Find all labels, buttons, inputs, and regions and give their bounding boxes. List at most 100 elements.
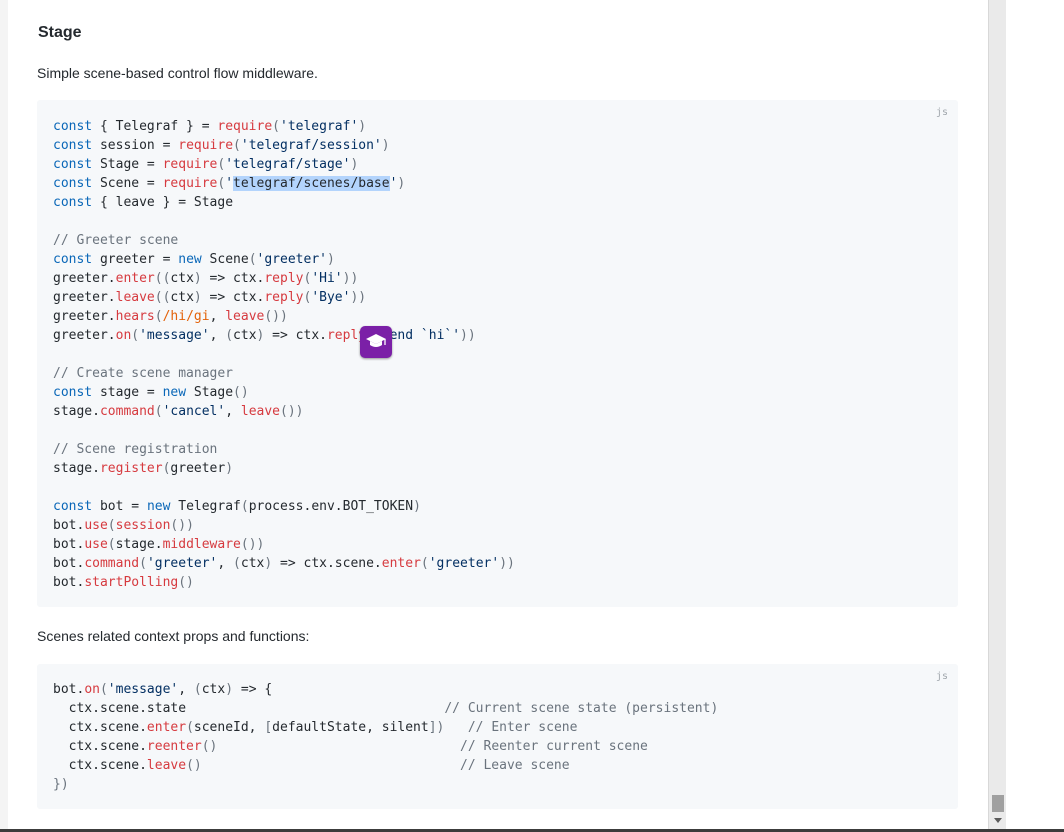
code-token: 'Hi'	[311, 271, 343, 286]
code-line: stage.command('cancel', leave())	[53, 402, 515, 421]
code-token: // Reenter current scene	[460, 739, 648, 754]
code-token: // Scene registration	[53, 442, 218, 457]
code-token: (	[420, 556, 429, 571]
code-token: (	[193, 682, 202, 697]
code-line: const bot = new Telegraf(process.env.BOT…	[53, 497, 515, 516]
code-token: 'telegraf/session'	[240, 138, 382, 153]
code-token: on	[115, 328, 132, 343]
code-token: 'cancel'	[162, 404, 226, 419]
code-token: 'message'	[139, 328, 210, 343]
code-token: (	[233, 556, 241, 571]
code-token: 'Bye'	[311, 290, 351, 305]
code-language-label: js	[935, 671, 948, 682]
code-token: => ctx.	[264, 328, 327, 343]
graduation-cap-icon[interactable]	[360, 326, 392, 358]
code-token: leave	[146, 758, 187, 773]
code-token: telegraf/scenes/base	[233, 176, 390, 191]
code-token: greeter.	[53, 290, 116, 305]
code-token: defaultState, silent	[272, 720, 429, 735]
code-token: ctx	[233, 328, 257, 343]
code-line: const stage = new Stage()	[53, 383, 515, 402]
scrollbar-thumb[interactable]	[992, 795, 1004, 812]
code-token: Scene =	[99, 176, 163, 191]
code-token: (	[107, 518, 116, 533]
code-token: new	[146, 499, 171, 514]
code-token: (	[154, 404, 163, 419]
vertical-scrollbar[interactable]	[988, 0, 1007, 832]
code-token: ,	[209, 328, 226, 343]
code-line: greeter.leave((ctx) => ctx.reply('Bye'))	[53, 288, 515, 307]
code-content[interactable]: bot.on('message', (ctx) => { ctx.scene.s…	[53, 680, 718, 794]
code-token: ()	[201, 739, 218, 754]
code-token: sceneId,	[193, 720, 265, 735]
code-line: // Greeter scene	[53, 231, 515, 250]
code-token: (	[154, 309, 163, 324]
code-block-stage[interactable]: js const { Telegraf } = require('telegra…	[37, 100, 958, 607]
code-token: require	[162, 176, 218, 191]
code-token: command	[84, 556, 140, 571]
code-token: ((	[154, 290, 171, 305]
code-token: ())	[240, 537, 265, 552]
code-token: ((	[154, 271, 171, 286]
code-token: (	[99, 682, 108, 697]
code-token: ctx.scene.	[53, 720, 147, 735]
code-line: const { Telegraf } = require('telegraf')	[53, 117, 515, 136]
code-token: )	[193, 271, 202, 286]
code-token: /hi/gi	[162, 309, 210, 324]
code-token: startPolling	[84, 575, 179, 590]
code-token: ,	[217, 556, 234, 571]
code-block-context[interactable]: js bot.on('message', (ctx) => { ctx.scen…	[37, 664, 958, 809]
code-token: ctx	[170, 290, 194, 305]
code-token: Scene	[201, 252, 249, 267]
code-token: (	[107, 537, 116, 552]
code-line: const session = require('telegraf/sessio…	[53, 136, 515, 155]
code-token: // Greeter scene	[53, 233, 179, 248]
code-line: bot.on('message', (ctx) => {	[53, 680, 718, 699]
code-token: stage.	[53, 404, 100, 419]
code-token: ()	[233, 385, 249, 400]
code-token: 'telegraf'	[280, 119, 359, 134]
code-line: const Stage = require('telegraf/stage')	[53, 155, 515, 174]
code-token: greeter	[170, 461, 226, 476]
code-token: const	[53, 195, 100, 210]
code-line: const Scene = require('telegraf/scenes/b…	[53, 174, 515, 193]
code-token: 'message'	[107, 682, 179, 697]
code-token: leave	[115, 290, 155, 305]
code-token: bot =	[99, 499, 147, 514]
code-language-label: js	[935, 107, 948, 118]
code-token: bot.	[53, 556, 85, 571]
code-token: const	[53, 157, 100, 172]
code-token: middleware	[162, 537, 241, 552]
code-token: (	[272, 119, 280, 134]
scroll-down-arrow-icon[interactable]	[994, 818, 1002, 823]
code-token: )	[225, 461, 234, 476]
code-line: greeter.hears(/hi/gi, leave())	[53, 307, 515, 326]
code-token: const	[53, 252, 100, 267]
code-content[interactable]: const { Telegraf } = require('telegraf')…	[53, 117, 515, 592]
code-token: greeter.	[53, 328, 116, 343]
code-token: Telegraf	[170, 499, 241, 514]
code-line: stage.register(greeter)	[53, 459, 515, 478]
code-line: const greeter = new Scene('greeter')	[53, 250, 515, 269]
code-token: greeter =	[99, 252, 179, 267]
code-token: const	[53, 119, 100, 134]
code-token: bot.	[53, 537, 85, 552]
code-token: (	[131, 328, 140, 343]
code-token: ctx.scene.state	[53, 701, 445, 716]
code-token: )	[225, 682, 234, 697]
code-token: greeter.	[53, 271, 116, 286]
code-token: const	[53, 499, 100, 514]
code-token: require	[217, 119, 273, 134]
code-token: new	[178, 252, 202, 267]
code-token: (	[240, 499, 249, 514]
code-token: reply	[264, 271, 304, 286]
code-token: require	[178, 138, 234, 153]
code-line: // Create scene manager	[53, 364, 515, 383]
code-token: (	[233, 138, 241, 153]
code-token: => ctx.scene.	[272, 556, 382, 571]
